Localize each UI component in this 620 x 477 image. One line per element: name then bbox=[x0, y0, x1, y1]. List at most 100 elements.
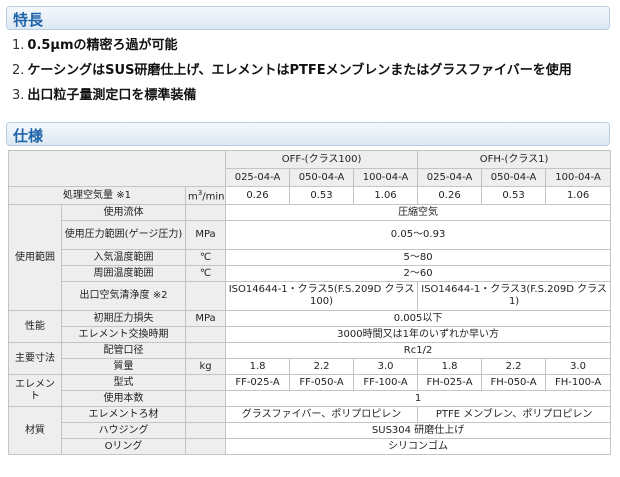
table-row: 主要寸法 配管口径 Rc1/2 bbox=[8, 342, 612, 375]
unit-cell bbox=[184, 406, 227, 423]
table-row: エレメント 型式 FF-025-A FF-050-A FF-100-A FH-0… bbox=[8, 374, 612, 407]
value-cell: FF-050-A bbox=[289, 374, 355, 391]
table-row: OFF-(クラス100) OFH-(クラス1) bbox=[7, 150, 612, 187]
row-label: 使用流体 bbox=[61, 204, 186, 221]
table-row: 周囲温度範囲 ℃ 2～60 bbox=[9, 265, 612, 282]
value-cell: 1 bbox=[225, 390, 612, 407]
specs-heading: 仕様 bbox=[13, 127, 44, 145]
unit-cell bbox=[184, 390, 227, 407]
value-cell: 0.53 bbox=[289, 186, 355, 205]
value-cell: 0.53 bbox=[481, 186, 547, 205]
value-cell: FH-025-A bbox=[417, 374, 483, 391]
row-label: 配管口径 bbox=[61, 342, 186, 359]
row-label: エレメントろ材 bbox=[61, 406, 186, 423]
table-row: 使用圧力範囲(ゲージ圧力) MPa 0.05～0.93 bbox=[9, 220, 612, 250]
table-row: エレメント交換時期 3000時間又は1年のいずれか早い方 bbox=[9, 326, 612, 343]
value-cell: シリコンゴム bbox=[225, 438, 612, 455]
value-cell: FH-100-A bbox=[545, 374, 612, 391]
unit-cell: ℃ bbox=[184, 249, 227, 266]
model-header: 050-04-A bbox=[289, 168, 355, 187]
row-label: ハウジング bbox=[61, 422, 186, 439]
features-heading-bar: 特長 bbox=[6, 6, 610, 30]
value-cell: 0.26 bbox=[417, 186, 483, 205]
model-header: 025-04-A bbox=[417, 168, 483, 187]
model-header: 100-04-A bbox=[545, 168, 612, 187]
value-cell: 3000時間又は1年のいずれか早い方 bbox=[225, 326, 612, 343]
table-row: 出口空気清浄度 ※2 ISO14644-1・クラス5(F.S.209D クラス1… bbox=[9, 281, 612, 311]
group-ofh-header: OFH-(クラス1) bbox=[417, 150, 612, 169]
unit-cell: m3/min bbox=[184, 186, 227, 205]
unit-cell bbox=[184, 438, 227, 455]
category-cell: 使用範囲 bbox=[8, 204, 62, 311]
row-label: 質量 bbox=[61, 358, 186, 375]
value-cell: 5～80 bbox=[225, 249, 612, 266]
row-label: エレメント交換時期 bbox=[61, 326, 186, 343]
unit-cell: kg bbox=[184, 358, 227, 375]
unit-cell bbox=[184, 204, 227, 221]
value-cell: グラスファイバー、ポリプロピレン bbox=[225, 406, 419, 423]
value-cell: 圧縮空気 bbox=[225, 204, 612, 221]
value-cell: PTFE メンブレン、ポリプロピレン bbox=[417, 406, 612, 423]
value-cell: 3.0 bbox=[353, 358, 419, 375]
unit-cell bbox=[184, 422, 227, 439]
unit-cell: ℃ bbox=[184, 265, 227, 282]
model-header: 050-04-A bbox=[481, 168, 547, 187]
unit-cell bbox=[184, 326, 227, 343]
value-cell: ISO14644-1・クラス5(F.S.209D クラス100) bbox=[225, 281, 419, 311]
group-off-header: OFF-(クラス100) bbox=[225, 150, 419, 169]
features-heading: 特長 bbox=[13, 11, 44, 29]
value-cell: 1.8 bbox=[417, 358, 483, 375]
unit-cell: MPa bbox=[184, 220, 227, 250]
value-cell: 0.005以下 bbox=[225, 310, 612, 327]
table-row: 使用範囲 使用流体 圧縮空気 bbox=[8, 204, 612, 311]
table-row: Oリング シリコンゴム bbox=[9, 438, 612, 455]
list-item: 3. 出口粒子量測定口を標準装備 bbox=[12, 88, 197, 103]
value-cell: FF-100-A bbox=[353, 374, 419, 391]
table-row: 質量 kg 1.8 2.2 3.0 1.8 2.2 3.0 bbox=[9, 358, 612, 375]
list-item: 2. ケーシングはSUS研磨仕上げ、エレメントはPTFEメンブレンまたはグラスファ… bbox=[12, 63, 572, 78]
table-row: 性能 初期圧力損失 MPa 0.005以下 bbox=[8, 310, 612, 343]
table-row: 入気温度範囲 ℃ 5～80 bbox=[9, 249, 612, 266]
value-cell: ISO14644-1・クラス3(F.S.209D クラス1) bbox=[417, 281, 612, 311]
value-cell: FF-025-A bbox=[225, 374, 291, 391]
row-label: 使用本数 bbox=[61, 390, 186, 407]
row-label: Oリング bbox=[61, 438, 186, 455]
table-row: 処理空気量 ※1 m3/min 0.26 0.53 1.06 0.26 0.53… bbox=[8, 186, 612, 205]
value-cell: 2.2 bbox=[289, 358, 355, 375]
spec-table: OFF-(クラス100) OFH-(クラス1) 025-04-A 050-04-… bbox=[7, 150, 612, 455]
unit-cell bbox=[184, 342, 227, 359]
value-cell: 1.8 bbox=[225, 358, 291, 375]
unit-cell bbox=[184, 374, 227, 391]
unit-cell bbox=[184, 281, 227, 311]
row-label: 処理空気量 ※1 bbox=[8, 186, 186, 205]
row-label: 使用圧力範囲(ゲージ圧力) bbox=[61, 220, 186, 250]
value-cell: FH-050-A bbox=[481, 374, 547, 391]
row-label: 出口空気清浄度 ※2 bbox=[61, 281, 186, 311]
category-cell: 主要寸法 bbox=[8, 342, 62, 375]
features-list: 1. 0.5μmの精密ろ過が可能 2. ケーシングはSUS研磨仕上げ、エレメントはP… bbox=[12, 33, 572, 108]
row-label: 初期圧力損失 bbox=[61, 310, 186, 327]
category-cell: エレメント bbox=[8, 374, 62, 407]
corner-cell bbox=[7, 150, 227, 187]
table-row: 使用本数 1 bbox=[9, 390, 612, 407]
table-row: 材質 エレメントろ材 グラスファイバー、ポリプロピレン PTFE メンブレン、ポ… bbox=[8, 406, 612, 455]
model-header: 025-04-A bbox=[225, 168, 291, 187]
value-cell: 0.26 bbox=[225, 186, 291, 205]
row-label: 周囲温度範囲 bbox=[61, 265, 186, 282]
row-label: 型式 bbox=[61, 374, 186, 391]
specs-heading-bar: 仕様 bbox=[6, 122, 610, 146]
row-label: 入気温度範囲 bbox=[61, 249, 186, 266]
value-cell: 0.05～0.93 bbox=[225, 220, 612, 250]
value-cell: SUS304 研磨仕上げ bbox=[225, 422, 612, 439]
category-cell: 材質 bbox=[8, 406, 62, 455]
value-cell: 2～60 bbox=[225, 265, 612, 282]
value-cell: 2.2 bbox=[481, 358, 547, 375]
unit-cell: MPa bbox=[184, 310, 227, 327]
value-cell: 1.06 bbox=[353, 186, 419, 205]
model-header: 100-04-A bbox=[353, 168, 419, 187]
list-item: 1. 0.5μmの精密ろ過が可能 bbox=[12, 38, 178, 53]
category-cell: 性能 bbox=[8, 310, 62, 343]
value-cell: 1.06 bbox=[545, 186, 612, 205]
value-cell: Rc1/2 bbox=[225, 342, 612, 359]
value-cell: 3.0 bbox=[545, 358, 612, 375]
